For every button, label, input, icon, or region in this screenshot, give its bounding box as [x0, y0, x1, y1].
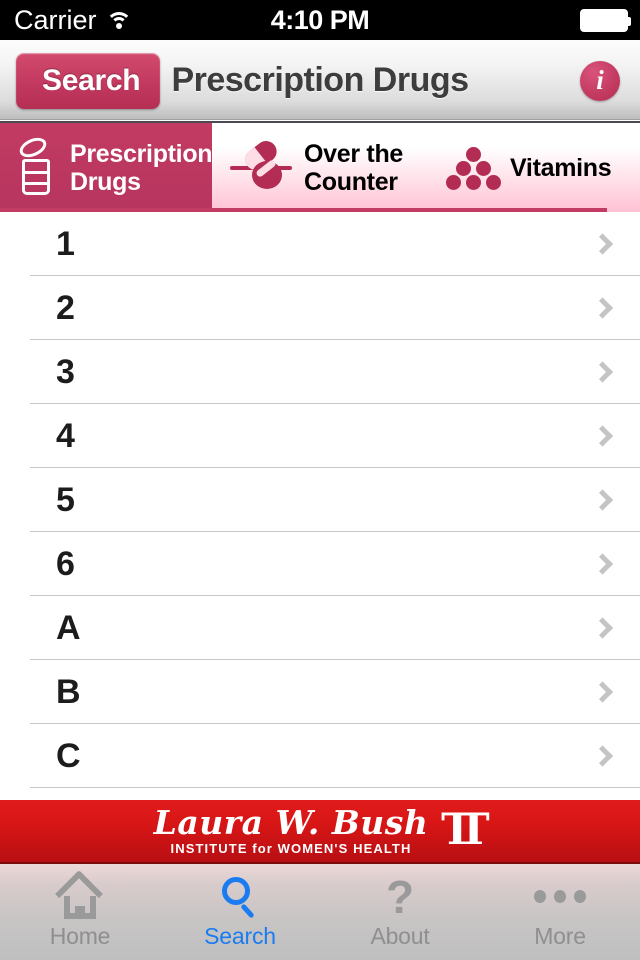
- table-row[interactable]: 4: [0, 404, 640, 468]
- tab-search[interactable]: Search: [160, 864, 320, 960]
- tab-about[interactable]: ? About: [320, 864, 480, 960]
- tab-label-line2: Counter: [304, 167, 398, 196]
- institute-subtitle: INSTITUTE for WOMEN'S HEALTH: [170, 841, 412, 856]
- bottom-tab-bar: Home Search ? About More: [0, 862, 640, 960]
- status-bar-right: [580, 8, 631, 32]
- search-icon: [214, 875, 266, 919]
- row-label: 2: [56, 288, 75, 327]
- table-row[interactable]: B: [0, 660, 640, 724]
- tab-more-label: More: [534, 922, 586, 949]
- table-row[interactable]: 1: [0, 212, 640, 276]
- institute-name: Laura W. Bush: [153, 803, 429, 842]
- row-label: 3: [56, 352, 75, 391]
- chevron-right-icon: [591, 361, 614, 383]
- institute-banner-text: Laura W. Bush INSTITUTE for WOMEN'S HEAL…: [154, 806, 429, 856]
- vitamin-dots-icon: [446, 145, 501, 191]
- tab-search-label: Search: [204, 922, 276, 949]
- tab-prescription-drugs-label: Prescription Drugs: [70, 140, 212, 196]
- pill-bottle-icon: [14, 133, 60, 197]
- info-button-label: i: [596, 65, 604, 95]
- category-tab-bar: Prescription Drugs Over the Counter Vita…: [0, 121, 640, 212]
- index-list[interactable]: 1 2 3 4 5 6 A B C: [0, 212, 640, 800]
- chevron-right-icon: [591, 297, 614, 319]
- institute-banner[interactable]: Laura W. Bush INSTITUTE for WOMEN'S HEAL…: [0, 800, 640, 862]
- texas-tech-double-t-logo: TT: [441, 805, 489, 855]
- row-label: B: [56, 672, 81, 711]
- table-row[interactable]: C: [0, 724, 640, 788]
- battery-full-icon: [580, 8, 631, 32]
- tab-over-the-counter[interactable]: Over the Counter: [212, 123, 430, 212]
- row-label: 6: [56, 544, 75, 583]
- row-label: 1: [56, 224, 75, 263]
- ellipsis-icon: [534, 875, 586, 919]
- home-icon: [54, 869, 106, 919]
- row-label: 5: [56, 480, 75, 519]
- chevron-right-icon: [591, 745, 614, 767]
- texas-tech-logo-text: TT: [441, 805, 489, 855]
- status-bar: Carrier 4:10 PM: [0, 0, 640, 40]
- chevron-right-icon: [591, 681, 614, 703]
- tab-more[interactable]: More: [480, 864, 640, 960]
- question-icon: ?: [385, 870, 415, 923]
- tab-home[interactable]: Home: [0, 864, 160, 960]
- chevron-right-icon: [591, 553, 614, 575]
- chevron-right-icon: [591, 233, 614, 255]
- row-label: A: [56, 608, 81, 647]
- app-screen: Carrier 4:10 PM Search Prescription Drug…: [0, 0, 640, 960]
- table-row[interactable]: A: [0, 596, 640, 660]
- row-label: C: [56, 736, 81, 775]
- chevron-right-icon: [591, 425, 614, 447]
- row-label: 4: [56, 416, 75, 455]
- page-title: Prescription Drugs: [171, 60, 469, 99]
- tab-vitamins[interactable]: Vitamins: [430, 123, 640, 212]
- table-row[interactable]: 5: [0, 468, 640, 532]
- info-circle-icon[interactable]: i: [580, 61, 620, 101]
- tab-about-label: About: [370, 922, 430, 949]
- tab-home-label: Home: [49, 922, 111, 949]
- table-row[interactable]: 6: [0, 532, 640, 596]
- table-row[interactable]: 3: [0, 340, 640, 404]
- tab-label-line1: Over the: [304, 139, 404, 168]
- tab-prescription-drugs[interactable]: Prescription Drugs: [0, 123, 212, 212]
- navigation-bar: Search Prescription Drugs i: [0, 40, 640, 120]
- capsules-icon: [230, 136, 294, 195]
- tab-over-the-counter-label: Over the Counter: [304, 140, 403, 196]
- status-bar-clock: 4:10 PM: [270, 4, 370, 35]
- chevron-right-icon: [591, 489, 614, 511]
- chevron-right-icon: [591, 617, 614, 639]
- table-row[interactable]: 2: [0, 276, 640, 340]
- tab-label-line2: Drugs: [70, 167, 141, 196]
- tab-vitamins-label: Vitamins: [510, 153, 612, 182]
- tab-label-line1: Prescription: [70, 139, 212, 168]
